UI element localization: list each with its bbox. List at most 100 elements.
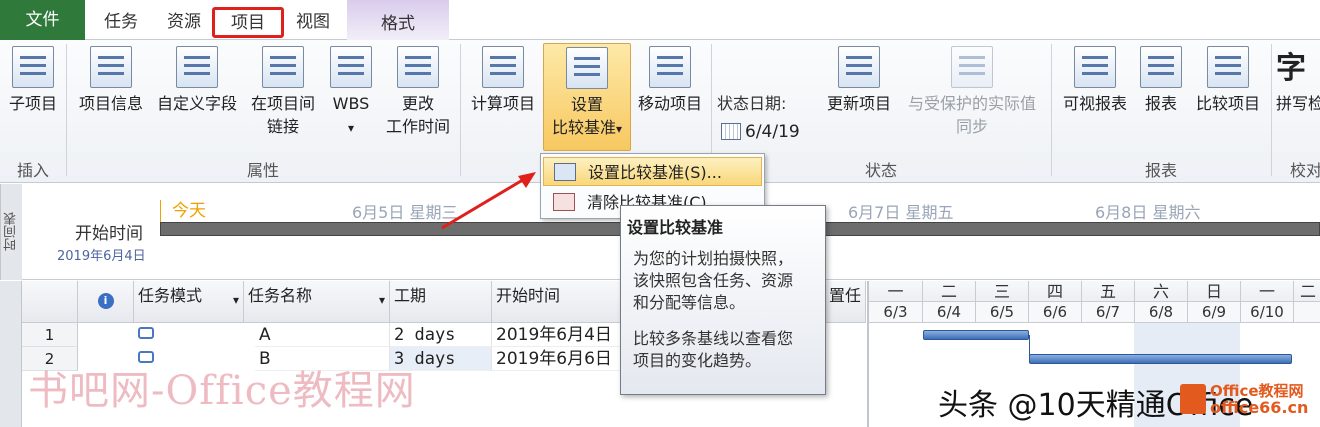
header-duration: 工期 [394, 286, 427, 305]
timeline-today-label: 今天 [172, 201, 206, 221]
row-number[interactable]: 1 [22, 323, 78, 347]
header-cut: 置任 [828, 286, 861, 305]
tab-task[interactable]: 任务 [100, 8, 142, 36]
timescale-day: 6/6 [1029, 302, 1082, 323]
status-date-value[interactable]: 6/4/19 [745, 122, 800, 142]
office-logo-watermark: Office教程网 office66.cn [1180, 380, 1315, 420]
tab-view[interactable]: 视图 [292, 8, 334, 36]
chevron-down-icon[interactable]: ▾ [379, 293, 385, 307]
gantt-bar-task-b[interactable] [1029, 354, 1292, 364]
move-label: 移动项目 [637, 94, 702, 113]
compare-projects-button[interactable]: 比较项目 [1188, 46, 1268, 115]
baseline-icon [566, 47, 608, 89]
view-bar [0, 281, 22, 427]
change-label-1: 更改 [401, 94, 434, 113]
links-between-projects-button[interactable]: 在项目间 链接 [244, 46, 322, 138]
header-task-name: 任务名称 [248, 286, 313, 305]
tab-format[interactable]: 格式 [347, 0, 449, 40]
group-insert-label: 插入 [16, 161, 49, 180]
timescale-weekday: 一 [869, 281, 923, 302]
site-watermark: 书吧网-Office教程网 [28, 368, 416, 414]
chevron-down-icon[interactable]: ▾ [233, 293, 239, 307]
set-baseline-icon [554, 163, 576, 181]
start-cell[interactable]: 2019年6月6日 [492, 347, 640, 371]
tooltip-line: 为您的计划拍摄快照， [633, 249, 794, 268]
group-proofing-label: 校对 [1290, 161, 1320, 180]
column-duration[interactable]: 工期 [390, 281, 492, 323]
tooltip-line: 项目的变化趋势。 [633, 351, 762, 370]
set-baseline-tooltip: 设置比较基准 为您的计划拍摄快照， 该快照包含任务、资源 和分配等信息。 比较多… [620, 205, 826, 395]
column-task-mode[interactable]: 任务模式 ▾ [134, 281, 244, 323]
timeline-start-date: 2019年6月4日 [57, 249, 146, 264]
visual-reports-button[interactable]: 可视报表 [1056, 46, 1134, 115]
compare-icon [1207, 46, 1249, 88]
info-icon: i [97, 293, 114, 309]
custom-fields-button[interactable]: 自定义字段 [150, 46, 244, 115]
timescale-day: 6/5 [976, 302, 1029, 323]
sync-icon [951, 46, 993, 88]
calculate-project-button[interactable]: 计算项目 [465, 46, 541, 115]
set-baseline-button[interactable]: 设置 比较基准▾ [543, 43, 631, 151]
set-baseline-label: 设置比较基准(S)... [588, 163, 722, 182]
tab-resource[interactable]: 资源 [163, 8, 205, 36]
update-project-button[interactable]: 更新项目 [820, 46, 898, 115]
subproject-button[interactable]: 子项目 [2, 46, 64, 115]
start-cell[interactable]: 2019年6月4日 [492, 323, 640, 347]
timescale-day: 6/9 [1188, 302, 1241, 323]
timescale-day [1294, 302, 1320, 323]
spelling-button[interactable]: 字 拼写检 [1276, 46, 1320, 115]
timeline-start-label: 开始时间 [75, 224, 143, 244]
reports-label: 报表 [1144, 94, 1177, 113]
spelling-icon: 字 [1276, 51, 1306, 86]
links-label-1: 在项目间 [250, 94, 315, 113]
chevron-down-icon: ▾ [615, 122, 623, 136]
office-logo-icon [1180, 384, 1206, 414]
timescale-weekday: 三 [976, 281, 1029, 302]
logo-text-2: office66.cn [1210, 398, 1309, 417]
menu-item-set-baseline[interactable]: 设置比较基准(S)... [543, 157, 762, 186]
column-task-name[interactable]: 任务名称 ▾ [244, 281, 390, 323]
baseline-label-1: 设置 [570, 95, 603, 114]
subproject-icon [12, 46, 54, 88]
reports-button[interactable]: 报表 [1136, 46, 1186, 115]
timescale-weekday: 一 [1241, 281, 1294, 302]
project-info-label: 项目信息 [78, 94, 143, 113]
sync-protected-actuals-button[interactable]: 与受保护的实际值 同步 [898, 46, 1046, 138]
tab-project[interactable]: 项目 [212, 7, 284, 38]
custom-fields-label: 自定义字段 [156, 94, 237, 113]
change-working-time-button[interactable]: 更改 工作时间 [378, 46, 458, 138]
update-project-icon [838, 46, 880, 88]
move-project-button[interactable]: 移动项目 [633, 46, 707, 115]
calc-label: 计算项目 [470, 94, 535, 113]
baseline-label-2: 比较基准 [551, 118, 616, 137]
links-icon [262, 46, 304, 88]
task-name-cell[interactable]: A [255, 323, 390, 347]
wbs-button[interactable]: WBS ▾ [324, 46, 378, 140]
report-icon [1140, 46, 1182, 88]
gantt-bar-task-a[interactable] [923, 330, 1029, 340]
auto-schedule-icon [138, 327, 154, 339]
calendar-icon[interactable] [721, 123, 741, 140]
calculator-icon [482, 46, 524, 88]
project-info-button[interactable]: 项目信息 [72, 46, 150, 115]
column-indicators[interactable]: i [78, 281, 134, 323]
sync-label-1: 与受保护的实际值 [907, 94, 1036, 113]
timescale-weekday: 二 [923, 281, 976, 302]
timeline-side-label: 时间表 [0, 184, 22, 280]
duration-cell[interactable]: 2 days [390, 323, 492, 347]
bar-chart-icon [1074, 46, 1116, 88]
tab-file[interactable]: 文件 [0, 0, 85, 40]
tooltip-line: 比较多条基线以查看您 [633, 329, 794, 348]
tooltip-line: 该快照包含任务、资源 [633, 271, 794, 290]
timescale-day: 6/10 [1241, 302, 1294, 323]
move-project-icon [649, 46, 691, 88]
timeline-date-2: 6月7日 星期五 [848, 203, 954, 222]
wbs-label: WBS [332, 94, 370, 113]
timescale-weekday: 四 [1029, 281, 1082, 302]
timescale-weekday: 日 [1188, 281, 1241, 302]
compare-label: 比较项目 [1195, 94, 1260, 113]
select-all-corner[interactable] [22, 281, 78, 323]
visual-reports-label: 可视报表 [1062, 94, 1127, 113]
timescale-weekday: 二 [1294, 281, 1320, 302]
update-label: 更新项目 [826, 94, 891, 113]
